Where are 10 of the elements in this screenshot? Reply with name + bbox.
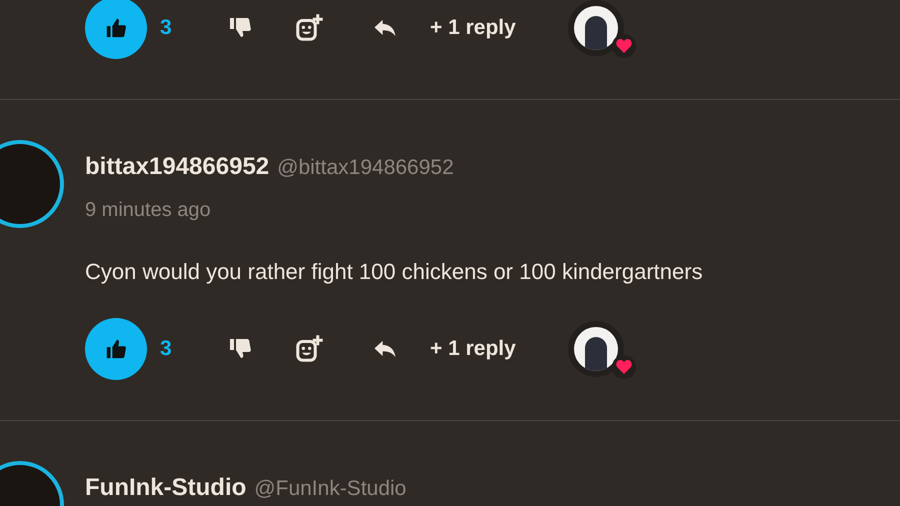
like-count: 3	[160, 336, 173, 362]
replies-button[interactable]: + 1 reply	[430, 333, 516, 365]
user-handle: @bittax194866952	[277, 155, 454, 181]
username[interactable]: FunInk-Studio	[85, 470, 246, 506]
comment-time: 9 minutes ago	[85, 198, 212, 223]
comment-text: Cyon would you rather fight 100 chickens or 100 kindergartners	[85, 258, 703, 286]
like-count: 3	[160, 15, 173, 42]
user-handle: @FunInk-Studio	[254, 476, 406, 502]
username[interactable]: bittax194866952	[85, 149, 270, 185]
replies-button[interactable]: + 1 reply	[430, 12, 516, 44]
